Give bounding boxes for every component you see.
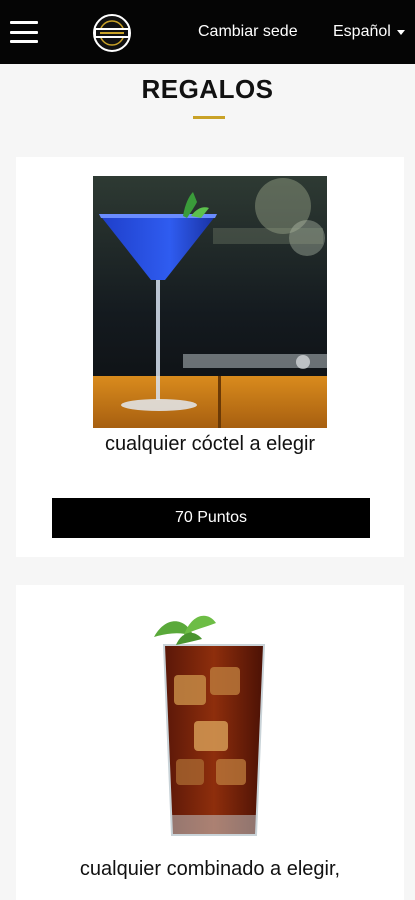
blue-cocktail-image	[93, 176, 327, 428]
change-location-link[interactable]: Cambiar sede	[198, 23, 298, 41]
reward-card: cualquier cóctel a elegir 70 Puntos	[16, 157, 404, 557]
redeem-points-button[interactable]: 70 Puntos	[52, 498, 370, 538]
caret-down-icon	[396, 29, 405, 35]
language-label: Español	[333, 23, 391, 40]
hamburger-menu-icon[interactable]	[10, 21, 38, 43]
cola-glass-image	[154, 615, 266, 836]
title-underline	[193, 116, 225, 119]
reward-title: cualquier combinado a elegir,	[79, 858, 341, 880]
language-selector[interactable]: Español	[333, 23, 405, 41]
reward-card: cualquier combinado a elegir,	[16, 585, 404, 900]
brand-logo[interactable]	[91, 13, 133, 53]
page-title: REGALOS	[141, 74, 274, 104]
reward-title: cualquier cóctel a elegir	[104, 433, 316, 455]
top-navigation-bar: Cambiar sede Español	[0, 0, 415, 64]
